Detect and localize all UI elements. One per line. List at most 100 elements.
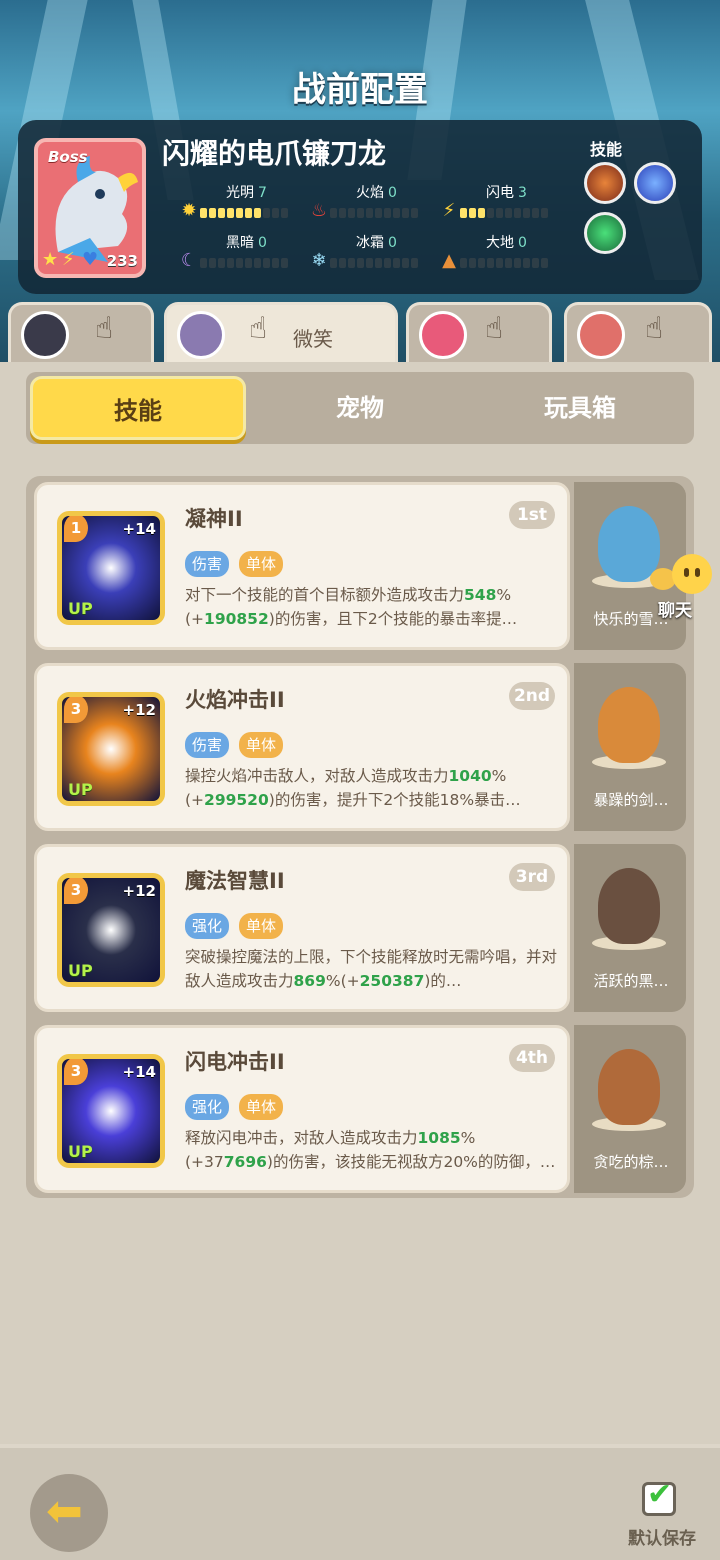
skill-plus-label: +14	[122, 1063, 156, 1081]
hero-avatar	[177, 311, 225, 359]
stat-frost: ❄ 冰霜 0	[311, 232, 436, 272]
pet-name: 活跃的黑…	[593, 972, 669, 990]
skill-level-badge: 3	[64, 697, 88, 723]
skill-name: 闪电冲击II	[185, 1050, 285, 1074]
team-tab-3[interactable]: ☝	[406, 302, 552, 364]
skill-icon[interactable]: 3 +14 UP	[57, 1054, 165, 1168]
skill-plus-label: +12	[122, 882, 156, 900]
skill-target-tag: 单体	[239, 1094, 284, 1120]
skill-plus-label: +12	[122, 701, 156, 719]
skill-level-badge: 3	[64, 1059, 88, 1085]
snowflake-icon: ❄	[311, 250, 327, 271]
boss-name: 闪耀的电爪镰刀龙	[162, 137, 387, 170]
footer-bar: ⬅ ✔ 默认保存	[0, 1444, 720, 1560]
page-title: 战前配置	[292, 70, 428, 110]
skill-icon[interactable]: 3 +12 UP	[57, 692, 165, 806]
hand-gesture-icon: ☝	[95, 311, 114, 346]
stat-light: ✹ 光明 7	[181, 182, 306, 222]
skill-target-tag: 单体	[239, 551, 284, 577]
upgrade-label: UP	[68, 599, 93, 618]
upgrade-label: UP	[68, 961, 93, 980]
bolt-icon: ⚡	[442, 200, 456, 221]
moon-icon: ☾	[180, 250, 198, 271]
skill-rank-badge: 3rd	[509, 863, 555, 891]
boss-info-panel: Boss ★ ⚡ ♥ 233 闪耀的电爪镰刀龙 ✹ 光明 7 ♨ 火焰 0 ⚡ 闪电…	[18, 120, 702, 294]
skill-type-tag: 伤害	[185, 732, 230, 758]
skill-description: 对下一个技能的首个目标额外造成攻击力548%(+190852)的伤害，且下2个技…	[185, 586, 518, 628]
hero-avatar	[419, 311, 467, 359]
boss-skills-label: 技能	[589, 140, 622, 159]
default-save-button[interactable]: ✔ 默认保存	[622, 1477, 702, 1554]
poison-skill-icon[interactable]	[584, 212, 626, 254]
hero-avatar	[21, 311, 69, 359]
default-save-label: 默认保存	[628, 1529, 696, 1549]
skill-card[interactable]: 3 +14 UP 闪电冲击II 4th 强化 单体 释放闪电冲击，对敌人造成攻击…	[34, 1025, 570, 1193]
skill-type-tag: 强化	[185, 1094, 230, 1120]
stat-earth: ▲ 大地 0	[442, 232, 566, 272]
fire-icon: ♨	[310, 200, 328, 221]
boss-tag: Boss	[48, 148, 88, 166]
skill-target-tag: 单体	[239, 913, 284, 939]
skill-card[interactable]: 3 +12 UP 火焰冲击II 2nd 伤害 单体 操控火焰冲击敌人，对敌人造成…	[34, 663, 570, 831]
skill-name: 魔法智慧II	[185, 869, 285, 893]
stat-lightning: ⚡ 闪电 3	[443, 182, 566, 222]
team-tab-2[interactable]: ☝ 微笑	[164, 302, 398, 364]
skill-type-tag: 伤害	[185, 551, 230, 577]
skill-name: 火焰冲击II	[185, 688, 285, 712]
boss-portrait[interactable]: Boss ★ ⚡ ♥ 233	[34, 138, 146, 278]
tab-pets[interactable]: 宠物	[252, 376, 468, 440]
upgrade-label: UP	[68, 780, 93, 799]
skill-type-tag: 强化	[185, 913, 230, 939]
upgrade-label: UP	[68, 1142, 93, 1161]
pet-name: 暴躁的剑…	[593, 791, 669, 809]
team-tab-1[interactable]: ☝	[8, 302, 154, 364]
back-arrow-icon: ⬅	[46, 1486, 83, 1537]
skill-description: 突破操控魔法的上限，下个技能释放时无需吟唱，并对敌人造成攻击力869%(+250…	[185, 948, 558, 990]
sun-icon: ✹	[181, 200, 197, 221]
pet-slot[interactable]: 暴躁的剑…	[574, 663, 686, 831]
skill-card[interactable]: 1 +14 UP 凝神II 1st 伤害 单体 对下一个技能的首个目标额外造成攻…	[34, 482, 570, 650]
skill-icon[interactable]: 3 +12 UP	[57, 873, 165, 987]
skill-description: 释放闪电冲击，对敌人造成攻击力1085%(+377696)的伤害，该技能无视敌方…	[185, 1129, 556, 1171]
skill-card[interactable]: 3 +12 UP 魔法智慧II 3rd 强化 单体 突破操控魔法的上限，下个技能…	[34, 844, 570, 1012]
skill-level-badge: 1	[64, 516, 88, 542]
star-icon: ★	[42, 249, 59, 270]
smiley-icon	[672, 554, 712, 594]
hand-gesture-icon: ☝	[249, 311, 268, 346]
claw-skill-icon[interactable]	[584, 162, 626, 204]
config-content: 技能 宠物 玩具箱 1 +14 UP 凝神II 1st 伤害 单体 对下一个技能…	[0, 362, 720, 1444]
pet-slot[interactable]: 贪吃的棕…	[574, 1025, 686, 1193]
skill-list: 1 +14 UP 凝神II 1st 伤害 单体 对下一个技能的首个目标额外造成攻…	[26, 476, 694, 1198]
tab-toybox[interactable]: 玩具箱	[472, 376, 688, 440]
skill-icon[interactable]: 1 +14 UP	[57, 511, 165, 625]
skill-rank-badge: 2nd	[509, 682, 555, 710]
skill-plus-label: +14	[122, 520, 156, 538]
lightning-icon: ⚡	[62, 249, 75, 270]
chat-button[interactable]: 聊天	[650, 554, 720, 621]
skill-rank-badge: 1st	[509, 501, 555, 529]
chat-label: 聊天	[658, 601, 692, 621]
pet-figure-icon	[598, 687, 660, 763]
back-button[interactable]: ⬅	[30, 1474, 108, 1552]
skill-level-badge: 3	[64, 878, 88, 904]
pet-figure-icon	[598, 868, 660, 944]
lightning-skill-icon[interactable]	[634, 162, 676, 204]
skill-target-tag: 单体	[239, 732, 284, 758]
skill-rank-badge: 4th	[509, 1044, 555, 1072]
pet-name: 贪吃的棕…	[593, 1153, 669, 1171]
mountain-icon: ▲	[442, 250, 456, 271]
skill-description: 操控火焰冲击敌人，对敌人造成攻击力1040%(+299520)的伤害，提升下2个…	[185, 767, 521, 809]
pet-figure-icon	[598, 1049, 660, 1125]
team-tab-4[interactable]: ☝	[564, 302, 712, 364]
checkbox-icon: ✔	[642, 1477, 676, 1516]
heart-icon: ♥	[82, 249, 99, 270]
hand-gesture-icon: ☝	[485, 311, 504, 346]
emote-label: 微笑	[293, 327, 333, 351]
tab-skills[interactable]: 技能	[30, 376, 246, 440]
skill-name: 凝神II	[185, 507, 243, 531]
category-tabs: 技能 宠物 玩具箱	[26, 372, 694, 444]
pet-slot[interactable]: 活跃的黑…	[574, 844, 686, 1012]
hero-avatar	[577, 311, 625, 359]
boss-level: 233	[106, 252, 138, 270]
stat-fire: ♨ 火焰 0	[311, 182, 436, 222]
